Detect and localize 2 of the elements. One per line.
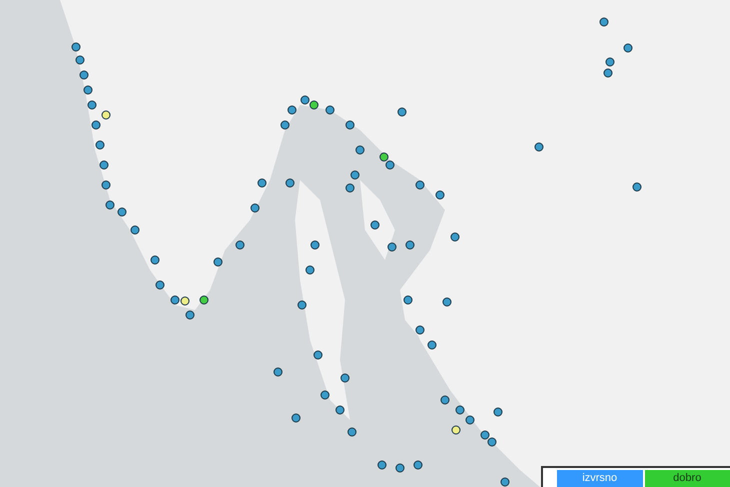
legend-item: izvrsno <box>557 470 642 487</box>
legend-item: dobro <box>644 470 730 487</box>
